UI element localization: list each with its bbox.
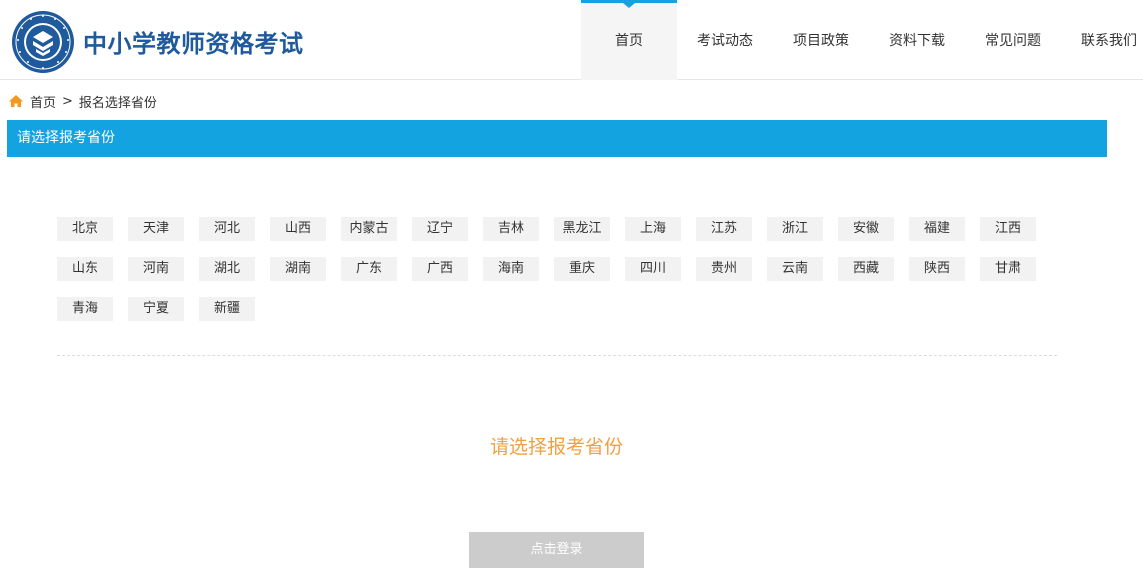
- breadcrumb-current: 报名选择省份: [78, 95, 157, 111]
- province-option[interactable]: 江西: [980, 217, 1036, 241]
- province-option[interactable]: 贵州: [696, 257, 752, 281]
- nav-item-home[interactable]: 首页: [581, 0, 677, 80]
- header: 中小学教师资格考试 首页 考试动态 项目政策 资料下载 常见问题 联系我们: [0, 0, 1143, 80]
- province-list: 北京 天津 河北 山西 内蒙古 辽宁 吉林 黑龙江 上海 江苏 浙江 安徽 福建 江西山东 河南 湖北 湖南 广东…: [57, 217, 1057, 321]
- nav-item-contact[interactable]: 联系我们: [1061, 0, 1143, 80]
- province-option[interactable]: 山东: [57, 257, 113, 281]
- province-option[interactable]: 四川: [625, 257, 681, 281]
- province-option[interactable]: 河南: [128, 257, 184, 281]
- breadcrumb-home-link[interactable]: 首页: [30, 92, 56, 111]
- province-option[interactable]: 青海: [57, 297, 113, 321]
- province-option[interactable]: 安徽: [838, 217, 894, 241]
- province-option[interactable]: 山西: [270, 217, 326, 241]
- province-option[interactable]: 海南: [483, 257, 539, 281]
- nav-item-downloads[interactable]: 资料下载: [869, 0, 965, 80]
- main-nav: 首页 考试动态 项目政策 资料下载 常见问题 联系我们: [581, 0, 1143, 80]
- province-option[interactable]: 福建: [909, 217, 965, 241]
- province-option[interactable]: 重庆: [554, 257, 610, 281]
- province-option[interactable]: 浙江: [767, 217, 823, 241]
- home-icon: [9, 95, 23, 107]
- divider: [57, 355, 1057, 356]
- province-option[interactable]: 湖北: [199, 257, 255, 281]
- nav-item-exam-news[interactable]: 考试动态: [677, 0, 773, 80]
- province-option[interactable]: 广西: [412, 257, 468, 281]
- province-option[interactable]: 黑龙江: [554, 217, 610, 241]
- teacher-certification-seal-icon: [12, 11, 74, 73]
- province-option[interactable]: 上海: [625, 217, 681, 241]
- province-option[interactable]: 陕西: [909, 257, 965, 281]
- section-title-bar: 请选择报考省份: [7, 120, 1107, 157]
- province-option[interactable]: 辽宁: [412, 217, 468, 241]
- breadcrumb-separator: >: [62, 93, 73, 109]
- province-option[interactable]: 吉林: [483, 217, 539, 241]
- province-option[interactable]: 天津: [128, 217, 184, 241]
- nav-item-policy[interactable]: 项目政策: [773, 0, 869, 80]
- select-province-prompt: 请选择报考省份: [489, 436, 623, 458]
- province-option[interactable]: 云南: [767, 257, 823, 281]
- province-option[interactable]: 江苏: [696, 217, 752, 241]
- site-title[interactable]: 中小学教师资格考试: [83, 24, 304, 59]
- province-option[interactable]: 河北: [199, 217, 255, 241]
- province-option[interactable]: 内蒙古: [341, 217, 397, 241]
- province-option[interactable]: 湖南: [270, 257, 326, 281]
- province-option[interactable]: 广东: [341, 257, 397, 281]
- nav-item-faq[interactable]: 常见问题: [965, 0, 1061, 80]
- province-option[interactable]: 北京: [57, 217, 113, 241]
- breadcrumb: 首页 > 报名选择省份: [8, 92, 157, 111]
- login-button[interactable]: 点击登录: [469, 532, 644, 568]
- province-option[interactable]: 新疆: [199, 297, 255, 321]
- province-option[interactable]: 西藏: [838, 257, 894, 281]
- province-option[interactable]: 宁夏: [128, 297, 184, 321]
- province-option[interactable]: 甘肃: [980, 257, 1036, 281]
